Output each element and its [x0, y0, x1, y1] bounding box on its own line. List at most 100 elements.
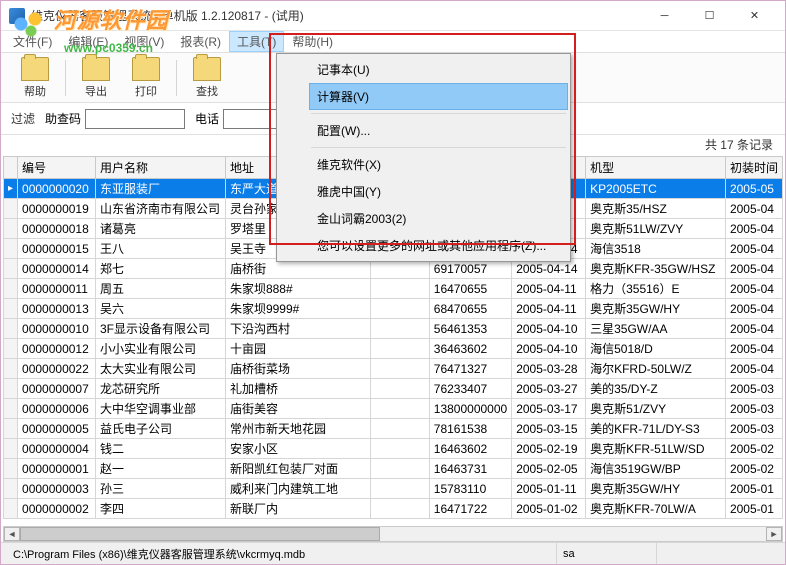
cell-addr[interactable]: 朱家坝888# — [225, 279, 370, 299]
cell-name[interactable]: 吴六 — [95, 299, 225, 319]
table-row[interactable]: 0000000007龙芯研究所礼加槽桥762334072005-03-27美的3… — [4, 379, 783, 399]
cell-c6[interactable]: 2005-03-17 — [512, 399, 586, 419]
cell-addr[interactable]: 威利来门内建筑工地 — [225, 479, 370, 499]
dd-calculator[interactable]: 计算器(V) — [309, 83, 568, 110]
row-marker[interactable] — [4, 299, 18, 319]
cell-install[interactable]: 2005-04 — [725, 339, 782, 359]
cell-install[interactable]: 2005-04 — [725, 199, 782, 219]
cell-addr[interactable]: 安家小区 — [225, 439, 370, 459]
menu-view[interactable]: 视图(V) — [116, 31, 172, 52]
table-row[interactable]: 0000000002李四新联厂内164717222005-01-02奥克斯KFR… — [4, 499, 783, 519]
cell-c6[interactable]: 2005-04-11 — [512, 299, 586, 319]
cell-c4[interactable] — [371, 319, 430, 339]
menu-edit[interactable]: 编辑(E) — [60, 31, 116, 52]
dd-more[interactable]: 您可以设置更多的网址或其他应用程序(Z)... — [309, 232, 568, 259]
cell-install[interactable]: 2005-04 — [725, 239, 782, 259]
find-button[interactable]: 查找 — [183, 55, 231, 101]
cell-install[interactable]: 2005-04 — [725, 219, 782, 239]
help-button[interactable]: 帮助 — [11, 55, 59, 101]
cell-id[interactable]: 0000000013 — [18, 299, 96, 319]
row-marker[interactable]: ▸ — [4, 179, 18, 199]
col-name[interactable]: 用户名称 — [95, 157, 225, 179]
cell-name[interactable]: 龙芯研究所 — [95, 379, 225, 399]
table-row[interactable]: 00000000103F显示设备有限公司下沿沟西村564613532005-04… — [4, 319, 783, 339]
table-row[interactable]: 0000000005益氏电子公司常州市新天地花园781615382005-03-… — [4, 419, 783, 439]
dd-notepad[interactable]: 记事本(U) — [309, 56, 568, 83]
dd-wksoft[interactable]: 维克软件(X) — [309, 151, 568, 178]
cell-c5[interactable]: 16470655 — [429, 279, 511, 299]
cell-c4[interactable] — [371, 499, 430, 519]
print-button[interactable]: 打印 — [122, 55, 170, 101]
horizontal-scrollbar[interactable]: ◄ ► — [3, 526, 783, 542]
row-marker[interactable] — [4, 419, 18, 439]
cell-id[interactable]: 0000000011 — [18, 279, 96, 299]
cell-name[interactable]: 太大实业有限公司 — [95, 359, 225, 379]
cell-c5[interactable]: 76233407 — [429, 379, 511, 399]
menu-help[interactable]: 帮助(H) — [284, 31, 341, 52]
cell-c5[interactable]: 16463602 — [429, 439, 511, 459]
cell-model[interactable]: 奥克斯51/ZVY — [586, 399, 726, 419]
table-row[interactable]: 0000000006大中华空调事业部庙街美容138000000002005-03… — [4, 399, 783, 419]
cell-c4[interactable] — [371, 479, 430, 499]
cell-addr[interactable]: 礼加槽桥 — [225, 379, 370, 399]
dd-config[interactable]: 配置(W)... — [309, 117, 568, 144]
row-marker[interactable] — [4, 259, 18, 279]
cell-install[interactable]: 2005-03 — [725, 419, 782, 439]
cell-c5[interactable]: 13800000000 — [429, 399, 511, 419]
cell-id[interactable]: 0000000005 — [18, 419, 96, 439]
cell-c5[interactable]: 68470655 — [429, 299, 511, 319]
cell-id[interactable]: 0000000018 — [18, 219, 96, 239]
cell-c5[interactable]: 56461353 — [429, 319, 511, 339]
cell-addr[interactable]: 朱家坝9999# — [225, 299, 370, 319]
cell-model[interactable]: 海信3519GW/BP — [586, 459, 726, 479]
cell-c6[interactable]: 2005-04-11 — [512, 279, 586, 299]
cell-model[interactable]: 奥克斯35GW/HY — [586, 479, 726, 499]
cell-install[interactable]: 2005-02 — [725, 439, 782, 459]
cell-c5[interactable]: 36463602 — [429, 339, 511, 359]
cell-c6[interactable]: 2005-04-10 — [512, 339, 586, 359]
cell-model[interactable]: 奥克斯KFR-70LW/A — [586, 499, 726, 519]
table-row[interactable]: 0000000001赵一新阳凯红包装厂对面164637312005-02-05海… — [4, 459, 783, 479]
row-marker[interactable] — [4, 359, 18, 379]
cell-model[interactable]: 奥克斯35/HSZ — [586, 199, 726, 219]
cell-model[interactable]: KP2005ETC — [586, 179, 726, 199]
cell-c6[interactable]: 2005-02-05 — [512, 459, 586, 479]
cell-model[interactable]: 奥克斯KFR-51LW/SD — [586, 439, 726, 459]
cell-name[interactable]: 东亚服装厂 — [95, 179, 225, 199]
table-row[interactable]: 0000000003孙三威利来门内建筑工地157831102005-01-11奥… — [4, 479, 783, 499]
cell-name[interactable]: 郑七 — [95, 259, 225, 279]
cell-install[interactable]: 2005-03 — [725, 399, 782, 419]
row-marker[interactable] — [4, 459, 18, 479]
cell-c4[interactable] — [371, 359, 430, 379]
cell-name[interactable]: 李四 — [95, 499, 225, 519]
row-marker[interactable] — [4, 199, 18, 219]
table-row[interactable]: 0000000012小小实业有限公司十亩园364636022005-04-10海… — [4, 339, 783, 359]
cell-model[interactable]: 格力（35516）E — [586, 279, 726, 299]
cell-id[interactable]: 0000000015 — [18, 239, 96, 259]
table-row[interactable]: 0000000013吴六朱家坝9999#684706552005-04-11奥克… — [4, 299, 783, 319]
cell-id[interactable]: 0000000022 — [18, 359, 96, 379]
cell-id[interactable]: 0000000012 — [18, 339, 96, 359]
cell-c4[interactable] — [371, 419, 430, 439]
cell-install[interactable]: 2005-01 — [725, 499, 782, 519]
cell-c5[interactable]: 78161538 — [429, 419, 511, 439]
cell-install[interactable]: 2005-04 — [725, 279, 782, 299]
row-marker[interactable] — [4, 219, 18, 239]
cell-name[interactable]: 王八 — [95, 239, 225, 259]
cell-addr[interactable]: 新联厂内 — [225, 499, 370, 519]
cell-id[interactable]: 0000000020 — [18, 179, 96, 199]
cell-name[interactable]: 周五 — [95, 279, 225, 299]
cell-name[interactable]: 钱二 — [95, 439, 225, 459]
cell-addr[interactable]: 十亩园 — [225, 339, 370, 359]
cell-install[interactable]: 2005-02 — [725, 459, 782, 479]
row-marker[interactable] — [4, 399, 18, 419]
cell-install[interactable]: 2005-01 — [725, 479, 782, 499]
cell-model[interactable]: 美的KFR-71L/DY-S3 — [586, 419, 726, 439]
row-marker[interactable] — [4, 439, 18, 459]
cell-name[interactable]: 山东省济南市有限公司 — [95, 199, 225, 219]
cell-model[interactable]: 三星35GW/AA — [586, 319, 726, 339]
cell-c4[interactable] — [371, 279, 430, 299]
cell-model[interactable]: 奥克斯51LW/ZVY — [586, 219, 726, 239]
row-marker[interactable] — [4, 279, 18, 299]
cell-addr[interactable]: 常州市新天地花园 — [225, 419, 370, 439]
